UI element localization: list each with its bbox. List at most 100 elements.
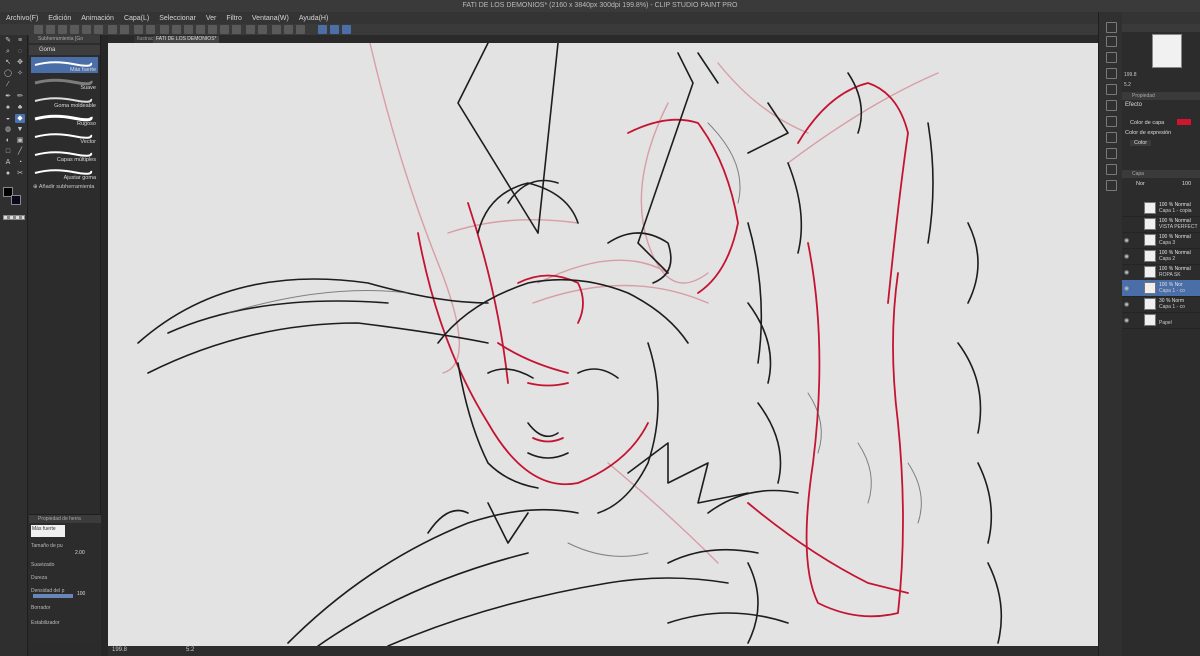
eyedropper-tool-icon[interactable]: ⁄ bbox=[3, 80, 13, 89]
layer-opacity[interactable]: 100 bbox=[1182, 181, 1191, 187]
material-icon[interactable] bbox=[1106, 52, 1117, 63]
erase-vector-label[interactable]: Borrador bbox=[31, 605, 50, 611]
fill-icon[interactable] bbox=[184, 25, 193, 34]
animation-icon[interactable] bbox=[1106, 180, 1117, 191]
move-tool-icon[interactable]: ✥ bbox=[15, 58, 25, 67]
cut-tool-icon[interactable]: ✂ bbox=[15, 169, 25, 178]
sub-view-icon[interactable] bbox=[1106, 36, 1117, 47]
select-all-icon[interactable] bbox=[220, 25, 229, 34]
layer-row[interactable]: 100 % Normal VISTA PERFECT bbox=[1122, 216, 1200, 233]
brush-tool-icon[interactable]: ♠ bbox=[3, 103, 13, 112]
navigator-icon[interactable] bbox=[1106, 22, 1117, 33]
brush-rugoso[interactable]: Rugoso bbox=[31, 111, 98, 127]
menu-animacion[interactable]: Animación bbox=[81, 15, 114, 22]
density-value[interactable]: 100 bbox=[77, 591, 85, 597]
layer-color-swatch[interactable] bbox=[1177, 119, 1191, 125]
pencil-tool-icon[interactable]: ✏ bbox=[15, 92, 25, 101]
eye-icon[interactable]: ◉ bbox=[1124, 237, 1129, 244]
expression-color-select[interactable]: Color bbox=[1130, 140, 1152, 146]
tool-settings-icon[interactable]: ✎ bbox=[3, 36, 13, 45]
color-wheel-icon[interactable] bbox=[1106, 116, 1117, 127]
decoration-tool-icon[interactable]: ◒ bbox=[3, 114, 13, 123]
menu-seleccionar[interactable]: Seleccionar bbox=[159, 15, 196, 22]
clip-studio-icon[interactable] bbox=[108, 25, 117, 34]
ruler-tool-icon[interactable]: ╱ bbox=[15, 147, 25, 156]
zoom-value[interactable]: 199.8 bbox=[112, 647, 127, 653]
brush-suave[interactable]: Suave bbox=[31, 75, 98, 91]
snap-special-ruler-icon[interactable] bbox=[330, 25, 339, 34]
rotate-icon[interactable] bbox=[258, 25, 267, 34]
flip-icon[interactable] bbox=[246, 25, 255, 34]
item-bank-icon[interactable] bbox=[1106, 68, 1117, 79]
density-slider[interactable] bbox=[33, 594, 73, 598]
print-icon[interactable] bbox=[82, 25, 91, 34]
snap-grid-icon[interactable] bbox=[342, 25, 351, 34]
menu-ayuda[interactable]: Ayuda(H) bbox=[299, 15, 328, 22]
navigator-angle[interactable]: 5.2 bbox=[1124, 82, 1131, 88]
new-file-icon[interactable] bbox=[34, 25, 43, 34]
sub-color-swatch[interactable] bbox=[11, 195, 21, 205]
layer-row[interactable]: ◉ 100 % Normal Capa 2 bbox=[1122, 248, 1200, 265]
zoom-tool-icon[interactable]: ⌕ bbox=[3, 47, 13, 56]
open-file-icon[interactable] bbox=[46, 25, 55, 34]
assets-icon[interactable] bbox=[120, 25, 129, 34]
navigator-zoom[interactable]: 199.8 bbox=[1124, 72, 1137, 78]
wand-tool-icon[interactable]: ✧ bbox=[15, 69, 25, 78]
clear-icon[interactable] bbox=[160, 25, 169, 34]
eye-icon[interactable]: ◉ bbox=[1124, 269, 1129, 276]
drawing-canvas[interactable] bbox=[108, 43, 1098, 646]
redo-icon[interactable] bbox=[146, 25, 155, 34]
menu-capa[interactable]: Capa(L) bbox=[124, 15, 149, 22]
lasso-tool-icon[interactable]: ◯ bbox=[3, 69, 13, 78]
layer-property-icon[interactable] bbox=[1106, 100, 1117, 111]
eye-icon[interactable]: ◉ bbox=[1124, 253, 1129, 260]
ruler-icon[interactable] bbox=[272, 25, 281, 34]
transparent-color-swatch[interactable] bbox=[3, 215, 25, 220]
share-icon[interactable] bbox=[94, 25, 103, 34]
blend-tool-icon[interactable]: ◍ bbox=[3, 125, 13, 134]
layer-row[interactable]: ◉ Papel bbox=[1122, 312, 1200, 329]
layer-row[interactable]: ◉ 100 % Normal Capa 3 bbox=[1122, 232, 1200, 249]
menu-ver[interactable]: Ver bbox=[206, 15, 217, 22]
history-icon[interactable] bbox=[1106, 84, 1117, 95]
color-slider-icon[interactable] bbox=[1106, 132, 1117, 143]
save-icon[interactable] bbox=[58, 25, 67, 34]
snap-ruler-icon[interactable] bbox=[318, 25, 327, 34]
angle-value[interactable]: 5.2 bbox=[186, 647, 194, 653]
eye-icon[interactable]: ◉ bbox=[1124, 301, 1129, 308]
fill-tool-icon[interactable]: ▼ bbox=[15, 125, 25, 134]
eraser-tool-icon[interactable]: ◆ bbox=[15, 114, 25, 123]
airbrush-tool-icon[interactable]: ♣ bbox=[15, 103, 25, 112]
blend-mode-select[interactable]: Nor bbox=[1136, 181, 1145, 187]
frame-tool-icon[interactable]: □ bbox=[3, 147, 13, 156]
add-subtool-button[interactable]: ⊕ Añadir subherramienta bbox=[33, 184, 95, 190]
eye-icon[interactable]: ◉ bbox=[1124, 317, 1129, 324]
brush-vector[interactable]: Vector bbox=[31, 129, 98, 145]
text-tool-icon[interactable]: A bbox=[3, 158, 13, 167]
operation-tool-icon[interactable]: ↖ bbox=[3, 58, 13, 67]
brush-capas-multiples[interactable]: Capas múltiples bbox=[31, 147, 98, 163]
brush-mas-fuerte[interactable]: Más fuerte bbox=[31, 57, 98, 73]
subtool-group-eraser[interactable]: Goma bbox=[29, 45, 100, 55]
layer-color-label[interactable]: Color de capa bbox=[1130, 120, 1164, 126]
navigator-thumbnail[interactable] bbox=[1152, 34, 1182, 68]
export-icon[interactable] bbox=[70, 25, 79, 34]
transform-icon[interactable] bbox=[196, 25, 205, 34]
gradient-tool-icon[interactable]: ◐ bbox=[3, 136, 13, 145]
rotate-view-icon[interactable]: ◌ bbox=[15, 47, 25, 56]
menu-edicion[interactable]: Edición bbox=[48, 15, 71, 22]
balloon-tool-icon[interactable]: ◔ bbox=[15, 158, 25, 167]
grid-icon[interactable] bbox=[296, 25, 305, 34]
layer-row[interactable]: 100 % Normal Capa 1 - copia bbox=[1122, 200, 1200, 217]
layer-row[interactable]: ◉ 30 % Norm Capa 1 - co bbox=[1122, 296, 1200, 313]
clear-outside-icon[interactable] bbox=[172, 25, 181, 34]
undo-icon[interactable] bbox=[134, 25, 143, 34]
figure-tool-icon[interactable]: ▣ bbox=[15, 136, 25, 145]
size-value[interactable]: 2.00 bbox=[75, 550, 85, 556]
pen-tool-icon[interactable]: ✒ bbox=[3, 92, 13, 101]
menu-ventana[interactable]: Ventana(W) bbox=[252, 15, 289, 22]
menu-filtro[interactable]: Filtro bbox=[226, 15, 242, 22]
tab-fati[interactable]: FATI DE LOS DEMONIOS* bbox=[153, 36, 220, 43]
panel-divider[interactable] bbox=[101, 35, 108, 656]
tool-menu-icon[interactable]: ≡ bbox=[15, 36, 25, 45]
